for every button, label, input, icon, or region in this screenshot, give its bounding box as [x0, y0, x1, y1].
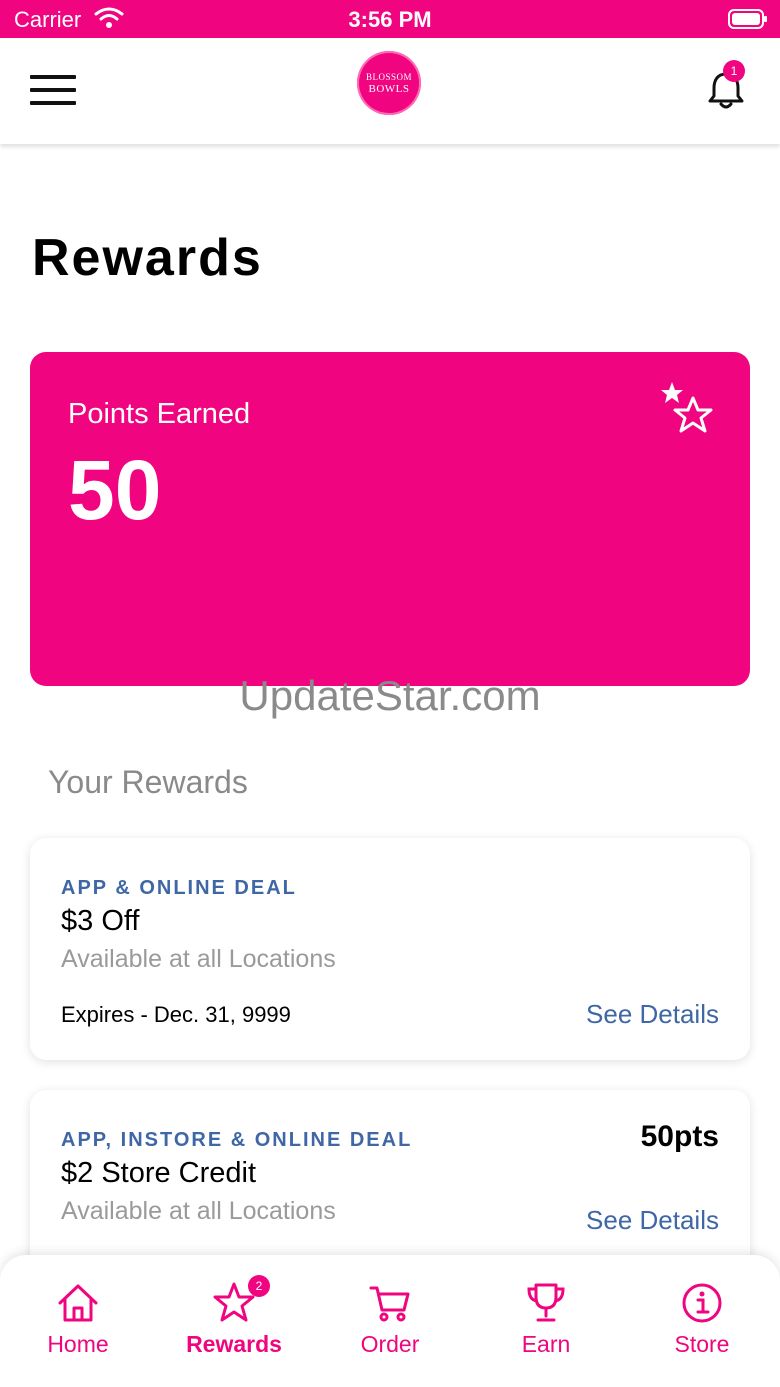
tab-label: Home	[47, 1331, 109, 1357]
tab-order[interactable]: Order	[312, 1255, 468, 1387]
reward-card[interactable]: APP & ONLINE DEAL $3 Off Available at al…	[30, 838, 750, 1060]
points-value: 50	[68, 443, 162, 537]
top-navbar: BLOSSOM BOWLS	[0, 38, 780, 144]
battery-icon	[728, 9, 767, 29]
tab-label: Rewards	[186, 1331, 282, 1357]
watermark: UpdateStar.com	[239, 672, 541, 719]
deal-points-cost: 50pts	[640, 1120, 719, 1153]
notification-badge: 1	[723, 60, 745, 82]
logo-text-line1: BLOSSOM	[365, 72, 412, 82]
trophy-icon	[527, 1283, 565, 1322]
tab-rewards[interactable]: 2 Rewards	[156, 1255, 312, 1387]
tab-earn[interactable]: Earn	[468, 1255, 624, 1387]
deal-type: APP, INSTORE & ONLINE DEAL	[61, 1129, 413, 1151]
points-card: Points Earned 50	[30, 352, 750, 686]
see-details-link[interactable]: See Details	[586, 999, 719, 1030]
status-bar: Carrier 3:56 PM	[0, 0, 780, 38]
page-title: Rewards	[32, 229, 263, 287]
info-icon	[682, 1283, 722, 1323]
home-icon	[58, 1284, 98, 1322]
deal-title: $2 Store Credit	[61, 1157, 257, 1189]
deal-availability: Available at all Locations	[61, 945, 336, 973]
rewards-badge: 2	[248, 1275, 270, 1297]
menu-bar-line	[30, 88, 76, 92]
deal-type: APP & ONLINE DEAL	[61, 877, 297, 899]
logo-text-line2: BOWLS	[368, 83, 410, 95]
stars-icon	[661, 382, 713, 433]
tab-home[interactable]: Home	[0, 1255, 156, 1387]
bottom-tab-bar: Home 2 Rewards Order Earn Store	[0, 1255, 780, 1387]
tab-label: Earn	[521, 1331, 571, 1357]
tab-store[interactable]: Store	[624, 1255, 780, 1387]
deal-availability: Available at all Locations	[61, 1197, 336, 1225]
points-label: Points Earned	[68, 398, 251, 430]
tab-label: Order	[360, 1331, 420, 1357]
cart-icon	[369, 1286, 410, 1322]
deal-title: $3 Off	[61, 905, 140, 937]
brand-logo[interactable]: BLOSSOM BOWLS	[357, 51, 421, 115]
menu-button[interactable]	[30, 75, 76, 107]
your-rewards-heading: Your Rewards	[48, 764, 248, 800]
menu-bar-line	[30, 75, 76, 79]
deal-expiration: Expires - Dec. 31, 9999	[61, 1002, 291, 1027]
see-details-link[interactable]: See Details	[586, 1205, 719, 1236]
menu-bar-line	[30, 101, 76, 105]
tab-label: Store	[674, 1331, 730, 1357]
status-time: 3:56 PM	[348, 7, 432, 32]
